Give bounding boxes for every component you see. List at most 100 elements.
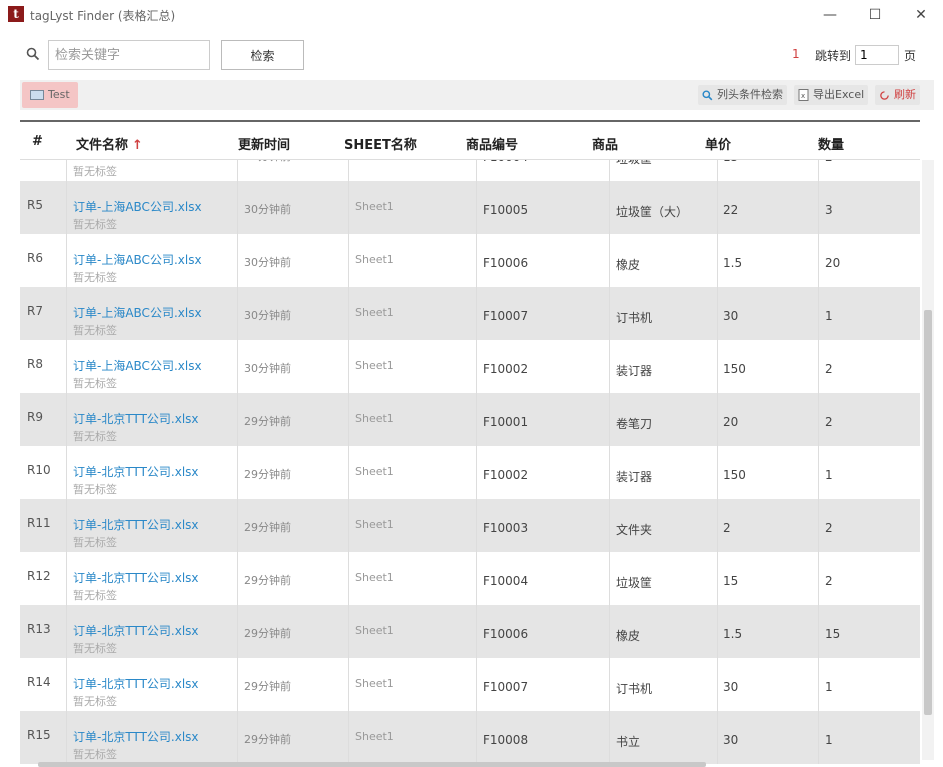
column-divider: [609, 552, 610, 605]
file-name-link[interactable]: 订单-北京TTT公司.xlsx: [73, 569, 199, 586]
unit-price: 150: [723, 362, 746, 376]
tag-filter-test[interactable]: Test: [22, 82, 78, 108]
column-search-label: 列头条件检索: [717, 88, 783, 101]
close-button[interactable]: ✕: [906, 4, 936, 26]
column-divider: [476, 234, 477, 287]
table-row[interactable]: R10 订单-北京TTT公司.xlsx 暂无标签 29分钟前 Sheet1 F10002 装…: [20, 446, 920, 499]
file-name-link[interactable]: 订单-上海ABC公司.xlsx: [73, 357, 202, 374]
unit-price: 1.5: [723, 256, 743, 270]
column-divider: [66, 711, 67, 764]
column-divider: [348, 393, 349, 446]
table-row[interactable]: R12 订单-北京TTT公司.xlsx 暂无标签 29分钟前 Sheet1 F10004 垃…: [20, 552, 920, 605]
column-divider: [66, 446, 67, 499]
column-divider: [348, 287, 349, 340]
horizontal-scrollbar-thumb[interactable]: [38, 762, 706, 767]
maximize-button[interactable]: ☐: [860, 4, 890, 26]
column-header-price[interactable]: 单价: [705, 134, 731, 153]
sheet-name: Sheet1: [355, 200, 394, 213]
column-header-filename[interactable]: 文件名称 ↑: [76, 134, 143, 153]
current-page-number[interactable]: 1: [792, 47, 800, 61]
quantity: 2: [825, 415, 833, 429]
search-icon: [702, 89, 713, 100]
file-name-link[interactable]: 订单-上海ABC公司.xlsx: [73, 251, 202, 268]
sheet-name: Sheet1: [355, 412, 394, 425]
table-row[interactable]: R7 订单-上海ABC公司.xlsx 暂无标签 30分钟前 Sheet1 F10007 订书…: [20, 287, 920, 340]
product-name: 文件夹: [616, 523, 653, 537]
vertical-scrollbar-thumb[interactable]: [924, 310, 932, 715]
column-header-sheet[interactable]: SHEET名称: [344, 134, 417, 153]
table-row[interactable]: R8 订单-上海ABC公司.xlsx 暂无标签 30分钟前 Sheet1 F10002 装订…: [20, 340, 920, 393]
column-header-product-no[interactable]: 商品编号: [466, 134, 518, 153]
file-name-link[interactable]: 订单-北京TTT公司.xlsx: [73, 622, 199, 639]
export-excel-button[interactable]: x 导出Excel: [794, 85, 869, 105]
column-header-product[interactable]: 商品: [592, 134, 618, 153]
column-divider: [237, 711, 238, 764]
table-row[interactable]: R5 订单-上海ABC公司.xlsx 暂无标签 30分钟前 Sheet1 F10005 垃圾…: [20, 181, 920, 234]
file-name-link[interactable]: 订单-北京TTT公司.xlsx: [73, 410, 199, 427]
file-tag: 暂无标签: [73, 536, 117, 549]
column-header-quantity[interactable]: 数量: [818, 134, 844, 153]
column-divider: [717, 711, 718, 764]
column-divider: [609, 446, 610, 499]
table-row[interactable]: R14 订单-北京TTT公司.xlsx 暂无标签 29分钟前 Sheet1 F10007 订…: [20, 658, 920, 711]
sheet-name: Sheet1: [355, 677, 394, 690]
column-divider: [818, 446, 819, 499]
updated-time: 29分钟前: [244, 733, 291, 746]
search-button[interactable]: 检索: [221, 40, 304, 70]
column-divider: [237, 393, 238, 446]
product-name: 装订器: [616, 470, 653, 484]
column-divider: [476, 340, 477, 393]
unit-price: 2: [723, 521, 731, 535]
column-search-button[interactable]: 列头条件检索: [698, 85, 787, 105]
table-icon: [30, 90, 44, 100]
column-divider: [348, 605, 349, 658]
column-divider: [818, 658, 819, 711]
file-name-link[interactable]: 订单-上海ABC公司.xlsx: [73, 304, 202, 321]
refresh-label: 刷新: [894, 88, 916, 101]
sheet-name: Sheet1: [355, 306, 394, 319]
sheet-name: Sheet1: [355, 359, 394, 372]
svg-text:x: x: [801, 92, 805, 100]
column-divider: [66, 340, 67, 393]
column-divider: [237, 605, 238, 658]
product-name: 订书机: [616, 311, 653, 325]
minimize-button[interactable]: —: [815, 4, 845, 26]
file-name-link[interactable]: 订单-北京TTT公司.xlsx: [73, 516, 199, 533]
table-row[interactable]: R11 订单-北京TTT公司.xlsx 暂无标签 29分钟前 Sheet1 F10003 文…: [20, 499, 920, 552]
unit-price: 30: [723, 733, 739, 747]
column-divider: [237, 552, 238, 605]
file-name-link[interactable]: 订单-北京TTT公司.xlsx: [73, 463, 199, 480]
file-name-link[interactable]: 订单-北京TTT公司.xlsx: [73, 675, 199, 692]
quantity: 1: [825, 680, 833, 694]
column-divider: [609, 181, 610, 234]
updated-time: 30分钟前: [244, 362, 291, 375]
file-tag: 暂无标签: [73, 218, 117, 231]
app-logo-icon: t: [8, 6, 24, 22]
search-input[interactable]: [48, 40, 210, 70]
table-row[interactable]: R6 订单-上海ABC公司.xlsx 暂无标签 30分钟前 Sheet1 F10006 橡皮…: [20, 234, 920, 287]
column-divider: [476, 658, 477, 711]
updated-time: 30分钟前: [244, 309, 291, 322]
quantity: 2: [825, 521, 833, 535]
product-number: F10002: [483, 362, 529, 376]
page-jump-input[interactable]: [855, 45, 899, 65]
product-number: F10002: [483, 468, 529, 482]
table-row[interactable]: R9 订单-北京TTT公司.xlsx 暂无标签 29分钟前 Sheet1 F10001 卷笔…: [20, 393, 920, 446]
updated-time: 29分钟前: [244, 415, 291, 428]
column-divider: [818, 340, 819, 393]
sheet-name: Sheet1: [355, 730, 394, 743]
vertical-scrollbar[interactable]: [922, 160, 934, 760]
column-divider: [717, 499, 718, 552]
column-divider: [66, 234, 67, 287]
file-name-link[interactable]: 订单-上海ABC公司.xlsx: [73, 198, 202, 215]
table-row[interactable]: R15 订单-北京TTT公司.xlsx 暂无标签 29分钟前 Sheet1 F10008 书…: [20, 711, 920, 764]
refresh-button[interactable]: 刷新: [875, 85, 920, 105]
column-header-updated[interactable]: 更新时间: [238, 134, 290, 153]
column-header-index[interactable]: #: [32, 134, 43, 149]
tag-label: Test: [48, 88, 70, 101]
file-name-link[interactable]: 订单-北京TTT公司.xlsx: [73, 728, 199, 745]
product-name: 垃圾筐: [616, 576, 653, 590]
column-divider: [609, 234, 610, 287]
table-row[interactable]: R13 订单-北京TTT公司.xlsx 暂无标签 29分钟前 Sheet1 F10006 橡…: [20, 605, 920, 658]
column-divider: [476, 446, 477, 499]
